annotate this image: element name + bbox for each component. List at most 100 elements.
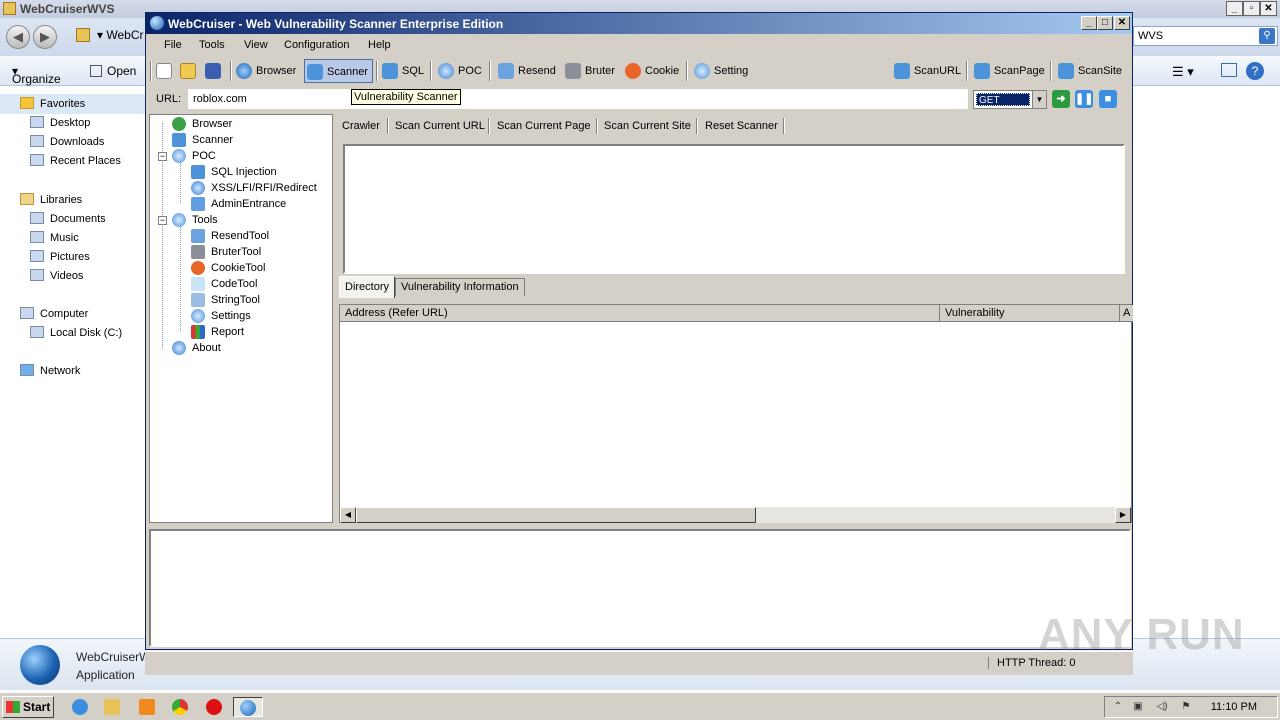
bruter-button[interactable]: Bruter bbox=[563, 59, 615, 83]
open-button[interactable] bbox=[178, 59, 200, 83]
horizontal-scrollbar[interactable]: ◀ ▶ bbox=[340, 507, 1131, 523]
minimize-button[interactable]: _ bbox=[1226, 1, 1243, 16]
url-input[interactable]: roblox.com bbox=[188, 89, 968, 109]
tree-scanner[interactable]: Scanner bbox=[172, 132, 233, 148]
help-icon[interactable]: ? bbox=[1246, 62, 1264, 80]
tree-cookie-tool[interactable]: CookieTool bbox=[191, 260, 265, 276]
go-arrow-icon[interactable]: ➜ bbox=[1052, 90, 1070, 108]
ie-taskbar-button[interactable] bbox=[69, 697, 91, 717]
nav-label: Downloads bbox=[50, 136, 105, 148]
nav-libraries[interactable]: Libraries bbox=[20, 192, 82, 208]
scanurl-button[interactable]: ScanURL bbox=[892, 59, 961, 83]
tree-sql-injection[interactable]: SQL Injection bbox=[191, 164, 277, 180]
setting-button[interactable]: Setting bbox=[692, 59, 748, 83]
tree-report[interactable]: Report bbox=[191, 324, 244, 340]
column-address[interactable]: Address (Refer URL) bbox=[340, 305, 940, 322]
organize-button[interactable]: Organize ▾ bbox=[12, 64, 61, 86]
scan-current-url-button[interactable]: Scan Current URL bbox=[395, 120, 485, 132]
scroll-left-icon[interactable]: ◀ bbox=[340, 507, 356, 523]
network-tray-icon[interactable]: ▣ bbox=[1131, 701, 1145, 714]
back-button[interactable]: ◀ bbox=[6, 25, 30, 49]
view-options-icon[interactable]: ☰ ▾ bbox=[1172, 64, 1194, 80]
documents-icon bbox=[30, 212, 44, 224]
poc-button[interactable]: POC bbox=[436, 59, 482, 83]
maximize-button[interactable]: ▫ bbox=[1243, 1, 1260, 16]
search-icon[interactable]: ⚲ bbox=[1259, 28, 1275, 44]
tree-resend-tool[interactable]: ResendTool bbox=[191, 228, 269, 244]
scan-current-site-button[interactable]: Scan Current Site bbox=[604, 120, 691, 132]
tree-browser[interactable]: Browser bbox=[172, 116, 232, 132]
stop-icon[interactable]: ■ bbox=[1099, 90, 1117, 108]
nav-videos[interactable]: Videos bbox=[30, 268, 83, 284]
webcruiser-taskbar-button[interactable] bbox=[233, 697, 263, 717]
nav-favorites[interactable]: Favorites bbox=[20, 96, 85, 112]
nav-documents[interactable]: Documents bbox=[30, 211, 106, 227]
new-button[interactable] bbox=[154, 59, 176, 83]
explorer-taskbar-button[interactable] bbox=[101, 697, 123, 717]
nav-desktop[interactable]: Desktop bbox=[30, 115, 90, 131]
log-output[interactable] bbox=[149, 529, 1131, 647]
search-input[interactable]: WVS ⚲ bbox=[1133, 26, 1278, 46]
resend-button[interactable]: Resend bbox=[496, 59, 556, 83]
menu-view[interactable]: View bbox=[244, 39, 268, 51]
nav-network[interactable]: Network bbox=[20, 363, 80, 379]
browser-button[interactable]: Browser bbox=[234, 59, 296, 83]
app-minimize-button[interactable]: _ bbox=[1081, 16, 1097, 30]
pause-icon[interactable]: ❚❚ bbox=[1075, 90, 1093, 108]
nav-downloads[interactable]: Downloads bbox=[30, 134, 104, 150]
tree-bruter-tool[interactable]: BruterTool bbox=[191, 244, 261, 260]
chevron-down-icon[interactable]: ▼ bbox=[1032, 91, 1046, 108]
nav-pictures[interactable]: Pictures bbox=[30, 249, 90, 265]
scansite-button[interactable]: ScanSite bbox=[1056, 59, 1122, 83]
scanner-button[interactable]: Scanner bbox=[304, 59, 373, 83]
tab-directory[interactable]: Directory bbox=[339, 276, 396, 298]
open-button[interactable]: Open bbox=[107, 64, 136, 78]
menu-help[interactable]: Help bbox=[368, 39, 391, 51]
opera-taskbar-button[interactable] bbox=[203, 697, 225, 717]
chrome-taskbar-button[interactable] bbox=[169, 697, 191, 717]
tree-string-tool[interactable]: StringTool bbox=[191, 292, 260, 308]
start-button[interactable]: Start bbox=[2, 696, 54, 718]
menu-tools[interactable]: Tools bbox=[199, 39, 225, 51]
media-taskbar-button[interactable] bbox=[136, 697, 158, 717]
tree-settings[interactable]: Settings bbox=[191, 308, 251, 324]
column-vulnerability[interactable]: Vulnerability bbox=[940, 305, 1120, 322]
app-maximize-button[interactable]: □ bbox=[1097, 16, 1113, 30]
action-center-flag-icon[interactable]: ⚑ bbox=[1179, 701, 1193, 714]
tab-vulnerability-information[interactable]: Vulnerability Information bbox=[395, 278, 525, 296]
scan-current-page-button[interactable]: Scan Current Page bbox=[497, 120, 591, 132]
menu-file[interactable]: File bbox=[164, 39, 182, 51]
nav-computer[interactable]: Computer bbox=[20, 306, 88, 322]
scanpage-button[interactable]: ScanPage bbox=[972, 59, 1045, 83]
volume-icon[interactable]: ◁) bbox=[1155, 701, 1169, 714]
cookie-button[interactable]: Cookie bbox=[623, 59, 679, 83]
tree-xss[interactable]: XSS/LFI/RFI/Redirect bbox=[191, 180, 317, 196]
tree-admin-entrance[interactable]: AdminEntrance bbox=[191, 196, 286, 212]
nav-local-disk[interactable]: Local Disk (C:) bbox=[30, 325, 122, 341]
close-button[interactable]: ✕ bbox=[1260, 1, 1277, 16]
clock[interactable]: 11:10 PM bbox=[1211, 701, 1257, 713]
crawler-button[interactable]: Crawler bbox=[342, 120, 380, 132]
sql-button[interactable]: SQL bbox=[380, 59, 424, 83]
forward-button[interactable]: ▶ bbox=[33, 25, 57, 49]
preview-pane-icon[interactable] bbox=[1221, 63, 1237, 77]
column-extra[interactable]: A bbox=[1120, 305, 1132, 322]
tree-code-tool[interactable]: CodeTool bbox=[191, 276, 257, 292]
scan-output-box[interactable] bbox=[343, 144, 1125, 274]
collapse-toggle[interactable]: − bbox=[158, 216, 167, 225]
tree-poc[interactable]: POC bbox=[172, 148, 216, 164]
scroll-right-icon[interactable]: ▶ bbox=[1115, 507, 1131, 523]
scroll-thumb[interactable] bbox=[356, 507, 756, 523]
reset-scanner-button[interactable]: Reset Scanner bbox=[705, 120, 778, 132]
http-method-select[interactable]: GET ▼ bbox=[973, 90, 1047, 109]
nav-music[interactable]: Music bbox=[30, 230, 79, 246]
nav-recent-places[interactable]: Recent Places bbox=[30, 153, 121, 169]
save-button[interactable] bbox=[203, 59, 225, 83]
collapse-toggle[interactable]: − bbox=[158, 152, 167, 161]
tray-expand-icon[interactable]: ⌃ bbox=[1111, 701, 1125, 714]
tree-tools[interactable]: Tools bbox=[172, 212, 218, 228]
tree-about[interactable]: About bbox=[172, 340, 221, 356]
app-close-button[interactable]: ✕ bbox=[1114, 16, 1130, 30]
address-path[interactable]: ▾ WebCr bbox=[97, 28, 143, 42]
menu-configuration[interactable]: Configuration bbox=[284, 39, 349, 51]
